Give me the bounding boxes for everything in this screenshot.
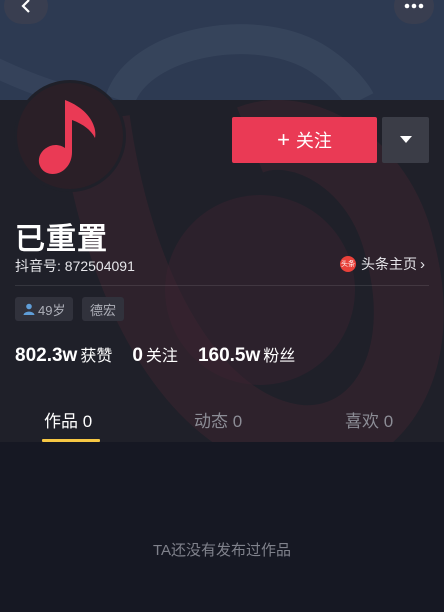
person-icon — [23, 303, 35, 315]
follow-label: 关注 — [295, 131, 332, 151]
recommend-dropdown-button[interactable] — [382, 117, 429, 163]
tab-likes[interactable]: 喜欢 0 — [345, 407, 393, 432]
plus-icon: + — [277, 127, 290, 152]
avatar[interactable] — [14, 80, 126, 192]
works-content: TA还没有发布过作品 — [0, 442, 444, 612]
chevron-left-icon — [21, 0, 30, 13]
location-tag: 德宏 — [82, 297, 125, 321]
tab-works[interactable]: 作品 0 — [44, 407, 92, 432]
more-dots-icon — [404, 3, 424, 9]
toutiao-icon: 头条 — [340, 256, 356, 272]
profile-name: 已重置 — [15, 223, 108, 256]
fans-stat[interactable]: 160.5w 粉丝 — [198, 342, 295, 367]
divider — [15, 285, 429, 286]
fans-label: 粉丝 — [263, 348, 296, 365]
profile-tabs: 作品 0 动态 0 喜欢 0 — [0, 395, 444, 442]
fans-count: 160.5w — [197, 345, 261, 366]
likes-count: 802.3w — [15, 345, 78, 366]
douyin-id: 抖音号: 872504091 — [15, 258, 135, 274]
following-count: 0 — [132, 345, 143, 366]
likes-stat: 802.3w 获赞 — [15, 342, 112, 367]
follow-button[interactable]: + 关注 — [232, 117, 377, 163]
chevron-right-icon: › — [420, 255, 425, 273]
following-stat[interactable]: 0 关注 — [132, 342, 178, 367]
likes-label: 获赞 — [80, 348, 113, 365]
music-note-icon — [38, 100, 96, 174]
toutiao-link[interactable]: 头条 头条主页 › — [340, 254, 425, 274]
location-label: 德宏 — [90, 302, 117, 318]
age-label: 49岁 — [38, 302, 66, 318]
age-tag: 49岁 — [15, 297, 74, 321]
toutiao-label: 头条主页 — [361, 256, 417, 272]
following-label: 关注 — [145, 348, 178, 365]
stats-row: 802.3w 获赞 0 关注 160.5w 粉丝 — [15, 342, 315, 367]
caret-down-icon — [399, 136, 412, 143]
tab-dynamic[interactable]: 动态 0 — [194, 407, 242, 432]
empty-state-text: TA还没有发布过作品 — [152, 542, 292, 559]
